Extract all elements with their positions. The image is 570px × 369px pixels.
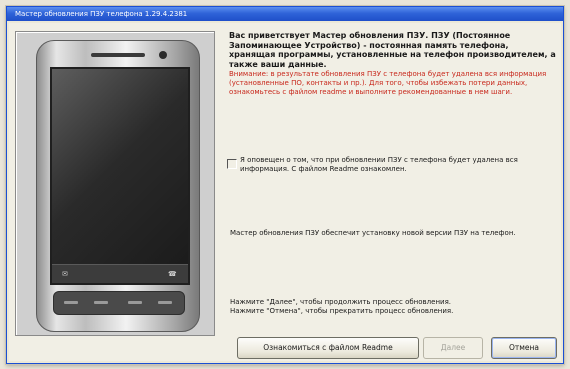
back-key — [128, 301, 142, 304]
confirm-label[interactable]: Я оповещен о том, что при обновлении ПЗУ… — [240, 156, 555, 174]
cancel-button[interactable]: Отмена — [491, 337, 557, 359]
wizard-content: ✉ ☎ Вас приветствует Мастер обновления П… — [9, 23, 561, 361]
next-button[interactable]: Далее — [423, 337, 483, 359]
phone-camera — [159, 51, 167, 59]
device-image-panel: ✉ ☎ — [15, 31, 215, 336]
cancel-hint: Нажмите "Отмена", чтобы прекратить проце… — [230, 307, 454, 315]
confirm-checkbox[interactable] — [227, 159, 237, 169]
intro-text: Вас приветствует Мастер обновления ПЗУ. … — [229, 31, 557, 97]
welcome-heading: Вас приветствует Мастер обновления ПЗУ. … — [229, 31, 556, 69]
phone-softkey-bar: ✉ ☎ — [52, 264, 188, 283]
window-title: Мастер обновления ПЗУ телефона 1.29.4.23… — [15, 10, 188, 18]
phone-keypad-strip — [53, 291, 185, 315]
info-text: Мастер обновления ПЗУ обеспечит установк… — [230, 229, 516, 237]
next-hint: Нажмите "Далее", чтобы продолжить процес… — [230, 298, 452, 306]
phone-icon: ☎ — [168, 270, 177, 278]
wizard-window: Мастер обновления ПЗУ телефона 1.29.4.23… — [6, 6, 564, 364]
call-key — [64, 301, 78, 304]
home-key — [94, 301, 108, 304]
phone-screen: ✉ ☎ — [50, 67, 190, 285]
end-key — [158, 301, 172, 304]
warning-text: Внимание: в результате обновления ПЗУ с … — [229, 70, 547, 96]
instructions: Нажмите "Далее", чтобы продолжить процес… — [230, 298, 555, 316]
phone-image: ✉ ☎ — [36, 40, 200, 332]
title-bar[interactable]: Мастер обновления ПЗУ телефона 1.29.4.23… — [7, 7, 563, 21]
phone-speaker — [91, 53, 145, 57]
confirm-checkbox-row[interactable]: Я оповещен о том, что при обновлении ПЗУ… — [227, 156, 555, 178]
message-icon: ✉ — [62, 270, 68, 278]
readme-button[interactable]: Ознакомиться с файлом Readme — [237, 337, 419, 359]
